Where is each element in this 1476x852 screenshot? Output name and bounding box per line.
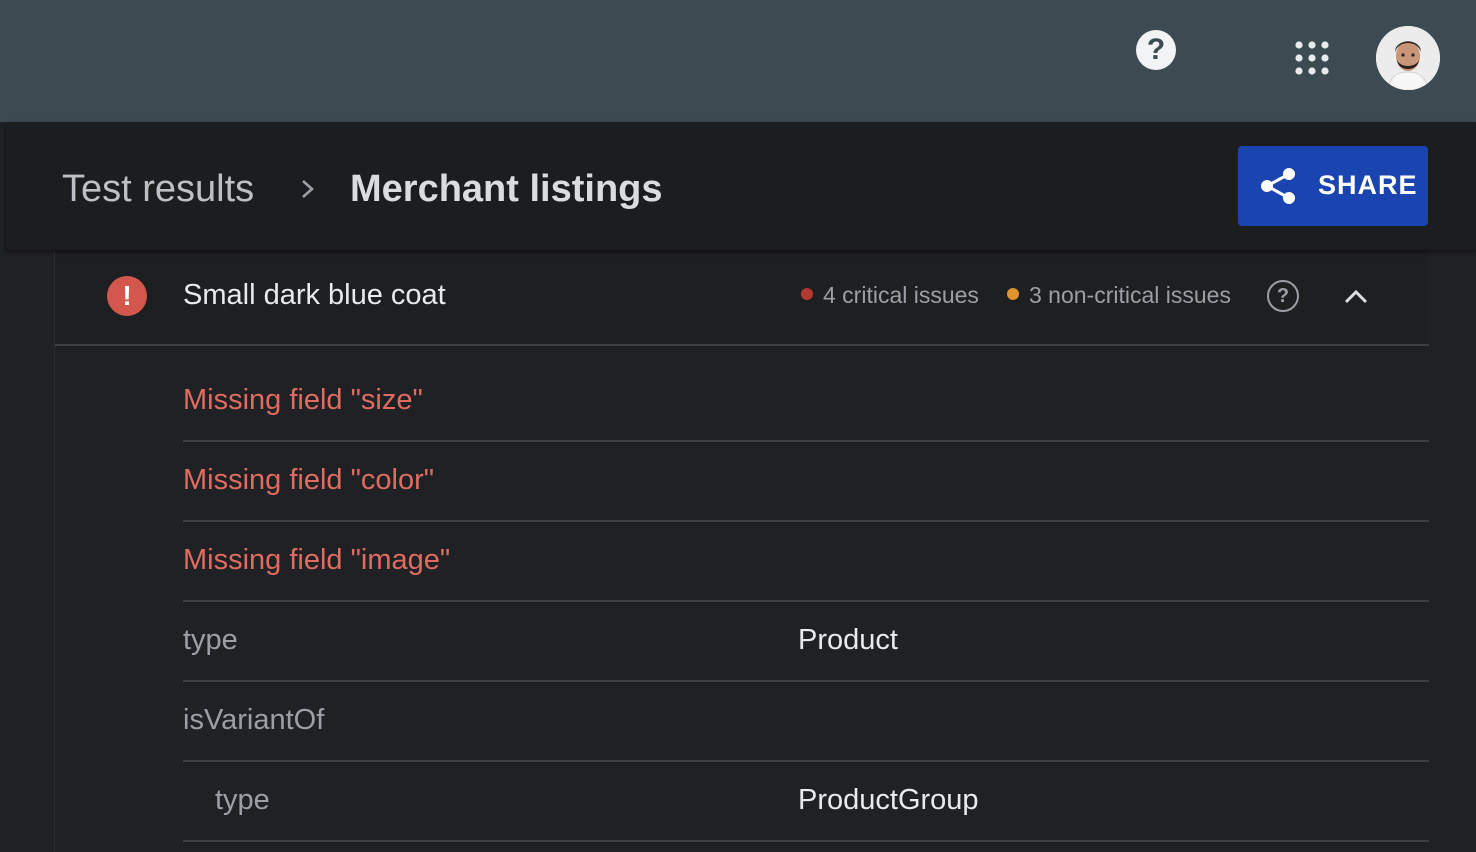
- error-icon: !: [107, 276, 147, 316]
- chevron-up-icon[interactable]: [1341, 284, 1371, 308]
- property-row: isVariantOf: [183, 680, 1429, 762]
- page-header: Test results Merchant listings SHARE: [6, 122, 1476, 250]
- critical-issues-count: 4 critical issues: [801, 282, 979, 309]
- noncritical-dot-icon: [1007, 288, 1019, 300]
- result-panel: ! Small dark blue coat 4 critical issues…: [54, 250, 1429, 852]
- error-row: Missing field "color": [183, 440, 1429, 522]
- property-key: type: [183, 624, 238, 656]
- issues-help-icon[interactable]: ?: [1267, 280, 1299, 312]
- help-icon[interactable]: ?: [1136, 30, 1176, 70]
- chevron-right-icon: [302, 180, 314, 198]
- property-key: type: [215, 784, 270, 816]
- noncritical-issues-count: 3 non-critical issues: [1007, 282, 1231, 309]
- share-button[interactable]: SHARE: [1238, 146, 1428, 226]
- account-avatar[interactable]: [1376, 26, 1440, 90]
- property-value: Product: [798, 624, 898, 656]
- error-row: Missing field "size": [183, 360, 1429, 442]
- error-text: Missing field "color": [183, 464, 435, 496]
- critical-dot-icon: [801, 288, 813, 300]
- share-icon: [1261, 168, 1295, 204]
- error-row: Missing field "image": [183, 520, 1429, 602]
- property-value: ProductGroup: [798, 784, 979, 816]
- apps-grid-icon[interactable]: [1294, 40, 1330, 76]
- breadcrumb-current: Merchant listings: [350, 168, 663, 210]
- noncritical-issues-label: 3 non-critical issues: [1029, 282, 1231, 308]
- breadcrumb-parent[interactable]: Test results: [62, 168, 254, 211]
- error-text: Missing field "size": [183, 384, 423, 416]
- item-title: Small dark blue coat: [183, 279, 446, 311]
- item-header[interactable]: ! Small dark blue coat 4 critical issues…: [55, 250, 1429, 346]
- share-button-label: SHARE: [1318, 170, 1418, 200]
- property-key: isVariantOf: [183, 704, 325, 736]
- top-app-bar: ?: [0, 0, 1476, 122]
- critical-issues-label: 4 critical issues: [823, 282, 979, 308]
- user-avatar-icon: [1376, 26, 1440, 90]
- property-row: type Product: [183, 600, 1429, 682]
- property-row-nested: type ProductGroup: [183, 760, 1429, 842]
- error-text: Missing field "image": [183, 544, 451, 576]
